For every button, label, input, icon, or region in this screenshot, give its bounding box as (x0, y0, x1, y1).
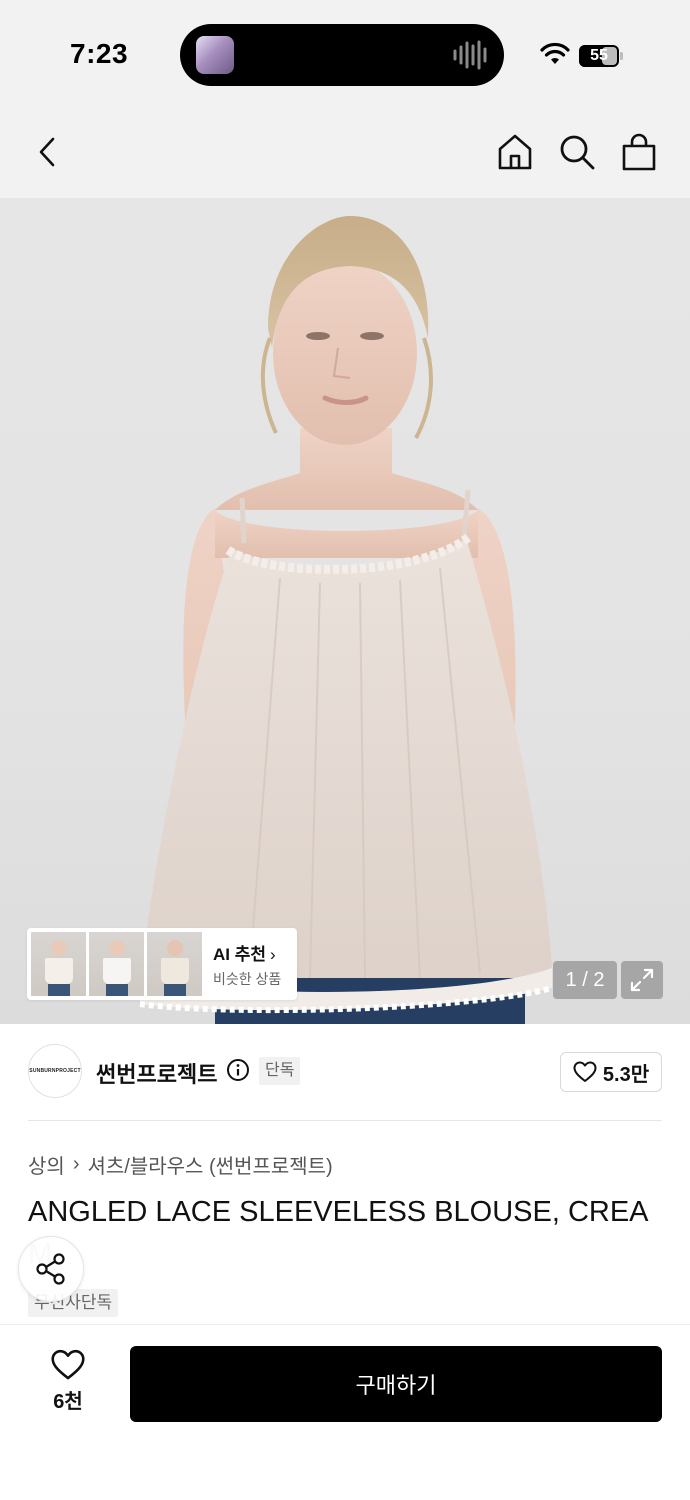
product-photo (139, 216, 553, 1024)
wishlist-count: 6천 (53, 1391, 83, 1413)
recommend-thumbnail[interactable] (147, 932, 202, 996)
nav-bar (0, 110, 690, 198)
expand-icon (630, 968, 654, 992)
expand-image-button[interactable] (621, 961, 663, 999)
shopping-bag-icon (622, 133, 656, 171)
buy-button[interactable]: 구매하기 (130, 1346, 662, 1422)
home-button[interactable] (493, 130, 537, 174)
chevron-right-icon: › (72, 1153, 80, 1175)
breadcrumb-subcategory[interactable]: 셔츠/블라우스 (썬번프로젝트) (87, 1150, 332, 1179)
heart-icon (51, 1349, 85, 1380)
ai-recommend-title: AI 추천 › (213, 944, 276, 964)
ai-recommend-subtitle: 비슷한 상품 (213, 970, 282, 987)
cart-button[interactable] (617, 130, 661, 174)
image-pager: 1 / 2 (553, 961, 617, 999)
wishlist-button[interactable]: 6천 (30, 1349, 106, 1419)
now-playing-thumbnail (196, 36, 234, 74)
status-bar: 7:23 55 (0, 0, 690, 110)
share-icon (36, 1253, 65, 1285)
search-icon (560, 135, 595, 170)
search-button[interactable] (555, 130, 599, 174)
battery-level: 55 (590, 47, 608, 64)
divider (28, 1120, 662, 1121)
share-button[interactable] (18, 1236, 84, 1302)
brand-row: SUNBURNPROJECT 썬번프로젝트 단독 5.3만 (0, 1024, 690, 1120)
exclusive-badge: 단독 (259, 1057, 301, 1085)
brand-name[interactable]: 썬번프로젝트 (96, 1057, 217, 1089)
info-icon[interactable] (226, 1058, 250, 1082)
breadcrumb-category[interactable]: 상의 (28, 1150, 65, 1179)
audio-waveform-icon (453, 40, 487, 70)
product-image-gallery[interactable]: AI 추천 › 비슷한 상품 1 / 2 (0, 198, 690, 1024)
brand-like-count: 5.3만 (602, 1063, 650, 1086)
home-icon (498, 134, 532, 170)
recommend-thumbnail[interactable] (31, 932, 86, 996)
bottom-action-bar: 6천 구매하기 (0, 1324, 690, 1500)
brand-like-button[interactable]: 5.3만 (560, 1052, 662, 1092)
product-title: ANGLED LACE SLEEVELESS BLOUSE, CREA (28, 1196, 649, 1228)
back-button[interactable] (26, 130, 70, 174)
chevron-right-icon: › (270, 944, 276, 964)
ai-recommend-card[interactable]: AI 추천 › 비슷한 상품 (27, 928, 297, 1000)
battery-icon: 55 (578, 44, 624, 68)
wifi-icon (540, 42, 570, 64)
status-time: 7:23 (70, 38, 129, 69)
heart-icon (573, 1061, 597, 1082)
brand-logo[interactable]: SUNBURNPROJECT (28, 1044, 82, 1098)
dynamic-island[interactable] (180, 24, 504, 86)
chevron-left-icon (39, 137, 55, 167)
recommend-thumbnail[interactable] (89, 932, 144, 996)
breadcrumb: 상의 › 셔츠/블라우스 (썬번프로젝트) (28, 1150, 333, 1179)
